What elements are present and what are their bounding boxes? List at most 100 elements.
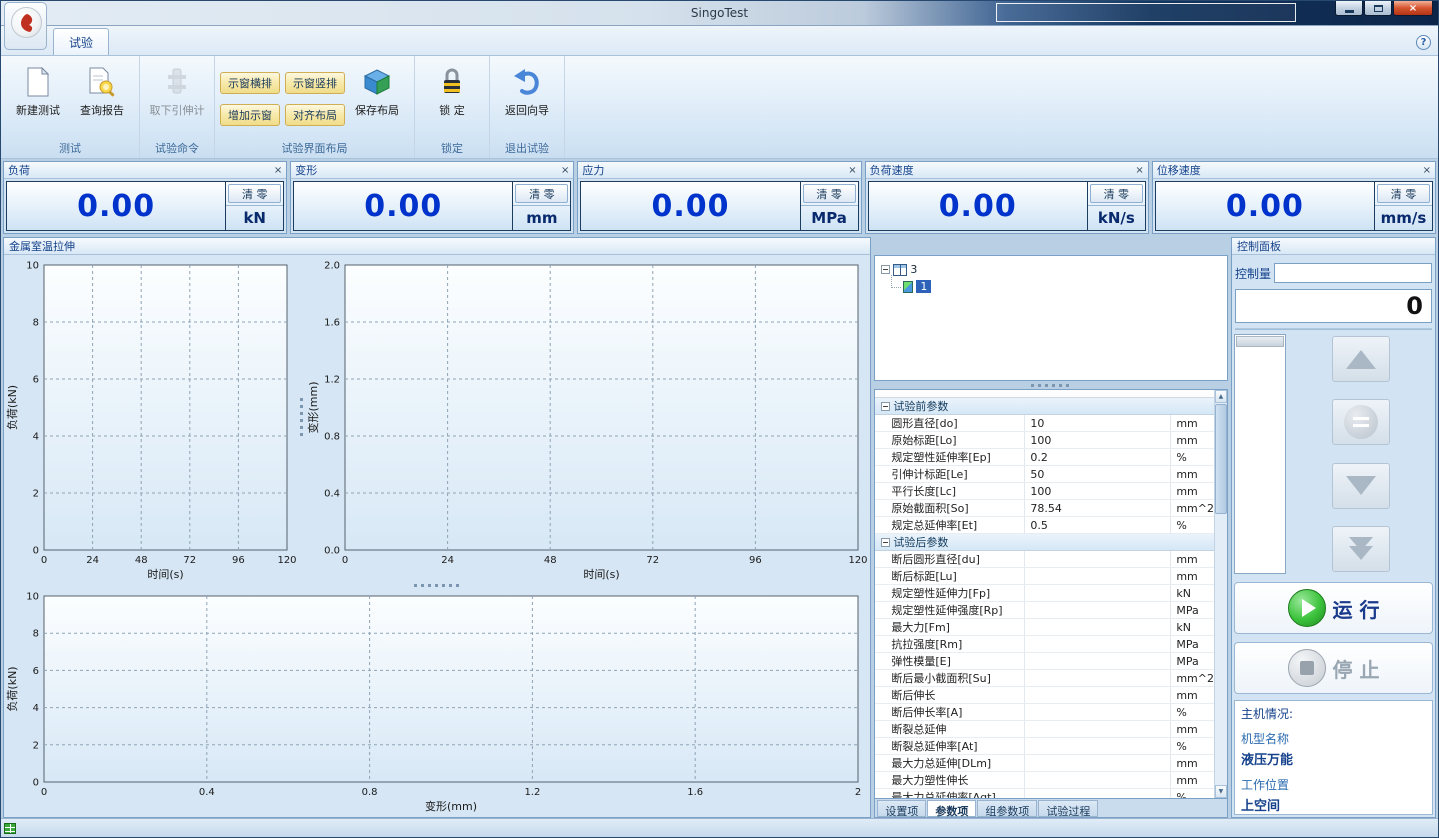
control-amount-input[interactable] xyxy=(1274,263,1432,283)
save-layout-button[interactable]: 保存布局 xyxy=(345,59,409,142)
clear-zero-button[interactable]: 清 零 xyxy=(515,184,568,203)
clear-zero-button[interactable]: 清 零 xyxy=(1090,184,1143,203)
clear-zero-button[interactable]: 清 零 xyxy=(228,184,281,203)
query-report-button[interactable]: 查询报告 xyxy=(70,59,134,142)
param-row[interactable]: 圆形直径[do]10mm xyxy=(875,415,1214,432)
display-header: 负荷速度× xyxy=(866,162,1148,179)
maximize-button[interactable] xyxy=(1364,1,1392,16)
param-scrollbar[interactable]: ▲ ▼ xyxy=(1214,390,1227,798)
svg-text:1.2: 1.2 xyxy=(324,375,340,386)
svg-text:2: 2 xyxy=(855,787,861,798)
display-side: 清 零MPa xyxy=(800,182,858,230)
param-row[interactable]: 最大力总延伸率[Agt]% xyxy=(875,789,1214,798)
fast-down-button[interactable] xyxy=(1332,526,1390,572)
control-panel: 控制面板 控制量 0 运 行 停 止 主机情况 xyxy=(1231,237,1436,818)
ribbon-group-label: 退出试验 xyxy=(490,140,564,156)
collapse-icon[interactable] xyxy=(881,265,890,274)
align-layout-button[interactable]: 对齐布局 xyxy=(285,104,345,126)
collapse-icon[interactable] xyxy=(881,538,890,547)
param-row[interactable]: 断裂总延伸mm xyxy=(875,721,1214,738)
param-value: 10 xyxy=(1025,415,1171,431)
minimize-button[interactable] xyxy=(1335,1,1363,16)
stop-icon xyxy=(1288,649,1326,687)
param-row[interactable]: 原始标距[Lo]100mm xyxy=(875,432,1214,449)
close-icon[interactable]: × xyxy=(848,165,856,176)
param-group-header[interactable]: 试验前参数 xyxy=(875,398,1214,415)
param-row[interactable]: 最大力总延伸[DLm]mm xyxy=(875,755,1214,772)
green-grid-status-icon[interactable] xyxy=(4,823,16,834)
display-panel-load-speed: 负荷速度×0.00清 零kN/s xyxy=(865,161,1149,234)
move-up-button[interactable] xyxy=(1332,336,1390,382)
scroll-thumb[interactable] xyxy=(1215,404,1227,514)
remove-extensometer-button: 取下引伸计 xyxy=(145,59,209,142)
param-row[interactable]: 断后伸长mm xyxy=(875,687,1214,704)
button-label: 返回向导 xyxy=(505,102,549,118)
param-tab-2[interactable]: 组参数项 xyxy=(977,800,1037,817)
svg-text:10: 10 xyxy=(26,592,39,603)
stop-button[interactable]: 停 止 xyxy=(1234,642,1433,694)
return-wizard-button[interactable]: 返回向导 xyxy=(495,59,559,142)
close-icon[interactable]: × xyxy=(561,165,569,176)
param-group-header[interactable]: 试验后参数 xyxy=(875,534,1214,551)
param-row[interactable]: 断后伸长率[A]% xyxy=(875,704,1214,721)
param-row[interactable]: 断后圆形直径[du]mm xyxy=(875,551,1214,568)
scroll-up-icon[interactable]: ▲ xyxy=(1215,390,1227,403)
lock-button[interactable]: 锁 定 xyxy=(420,59,484,142)
param-unit: MPa xyxy=(1171,653,1214,669)
close-icon[interactable]: × xyxy=(1423,165,1431,176)
param-row[interactable]: 规定塑性延伸强度[Rp]MPa xyxy=(875,602,1214,619)
scroll-down-icon[interactable]: ▼ xyxy=(1215,785,1227,798)
param-row[interactable]: 断后最小截面积[Su]mm^2 xyxy=(875,670,1214,687)
close-icon[interactable]: × xyxy=(1135,165,1143,176)
collapse-icon[interactable] xyxy=(881,402,890,411)
close-button[interactable]: × xyxy=(1393,1,1433,16)
move-down-button[interactable] xyxy=(1332,463,1390,509)
param-row[interactable]: 规定塑性延伸力[Fp]kN xyxy=(875,585,1214,602)
help-icon[interactable]: ? xyxy=(1416,35,1431,50)
param-value xyxy=(1025,653,1171,669)
svg-text:96: 96 xyxy=(232,555,245,566)
param-label: 断裂总延伸 xyxy=(875,721,1025,737)
param-row[interactable]: 最大力塑性伸长mm xyxy=(875,772,1214,789)
param-tab-3[interactable]: 试验过程 xyxy=(1038,800,1098,817)
tree-child-label: 1 xyxy=(916,280,931,293)
circle-bars-icon xyxy=(1344,405,1378,439)
tab-test[interactable]: 试验 xyxy=(53,28,109,55)
param-row[interactable]: 断后标距[Lu]mm xyxy=(875,568,1214,585)
clear-zero-button[interactable]: 清 零 xyxy=(803,184,856,203)
clear-zero-button[interactable]: 清 零 xyxy=(1377,184,1430,203)
param-row[interactable]: 原始截面积[So]78.54mm^2 xyxy=(875,500,1214,517)
tree-child-node[interactable]: 1 xyxy=(878,278,1224,295)
window-horizontal-button[interactable]: 示窗横排 xyxy=(220,72,280,94)
tree-params-splitter[interactable] xyxy=(874,381,1228,389)
param-unit: mm xyxy=(1171,483,1214,499)
new-test-button[interactable]: 新建测试 xyxy=(6,59,70,142)
svg-text:8: 8 xyxy=(33,318,39,329)
button-label: 取下引伸计 xyxy=(150,102,205,118)
param-tab-0[interactable]: 设置项 xyxy=(877,800,926,817)
tree-root-node[interactable]: 3 xyxy=(878,261,1224,278)
button-label: 新建测试 xyxy=(16,102,60,118)
close-icon[interactable]: × xyxy=(274,165,282,176)
param-row[interactable]: 最大力[Fm]kN xyxy=(875,619,1214,636)
position-track[interactable] xyxy=(1234,334,1286,574)
param-row[interactable]: 抗拉强度[Rm]MPa xyxy=(875,636,1214,653)
add-window-button[interactable]: 增加示窗 xyxy=(220,104,280,126)
param-row[interactable]: 引伸计标距[Le]50mm xyxy=(875,466,1214,483)
position-track-thumb[interactable] xyxy=(1236,336,1284,347)
svg-text:0: 0 xyxy=(33,778,39,789)
svg-text:变形(mm): 变形(mm) xyxy=(425,799,477,813)
param-row[interactable]: 规定总延伸率[Et]0.5% xyxy=(875,517,1214,534)
param-row[interactable]: 断裂总延伸率[At]% xyxy=(875,738,1214,755)
param-row[interactable]: 弹性模量[E]MPa xyxy=(875,653,1214,670)
run-button[interactable]: 运 行 xyxy=(1234,582,1433,634)
param-row[interactable]: 平行长度[Lc]100mm xyxy=(875,483,1214,500)
window-vertical-button[interactable]: 示窗竖排 xyxy=(285,72,345,94)
param-unit: % xyxy=(1171,738,1214,754)
adjust-button[interactable] xyxy=(1332,399,1390,445)
app-menu-button[interactable] xyxy=(4,2,47,50)
param-row[interactable]: 规定塑性延伸率[Ep]0.2% xyxy=(875,449,1214,466)
specimen-icon xyxy=(903,281,913,293)
param-tab-1[interactable]: 参数项 xyxy=(927,800,976,817)
window-title: SingoTest xyxy=(691,6,748,20)
